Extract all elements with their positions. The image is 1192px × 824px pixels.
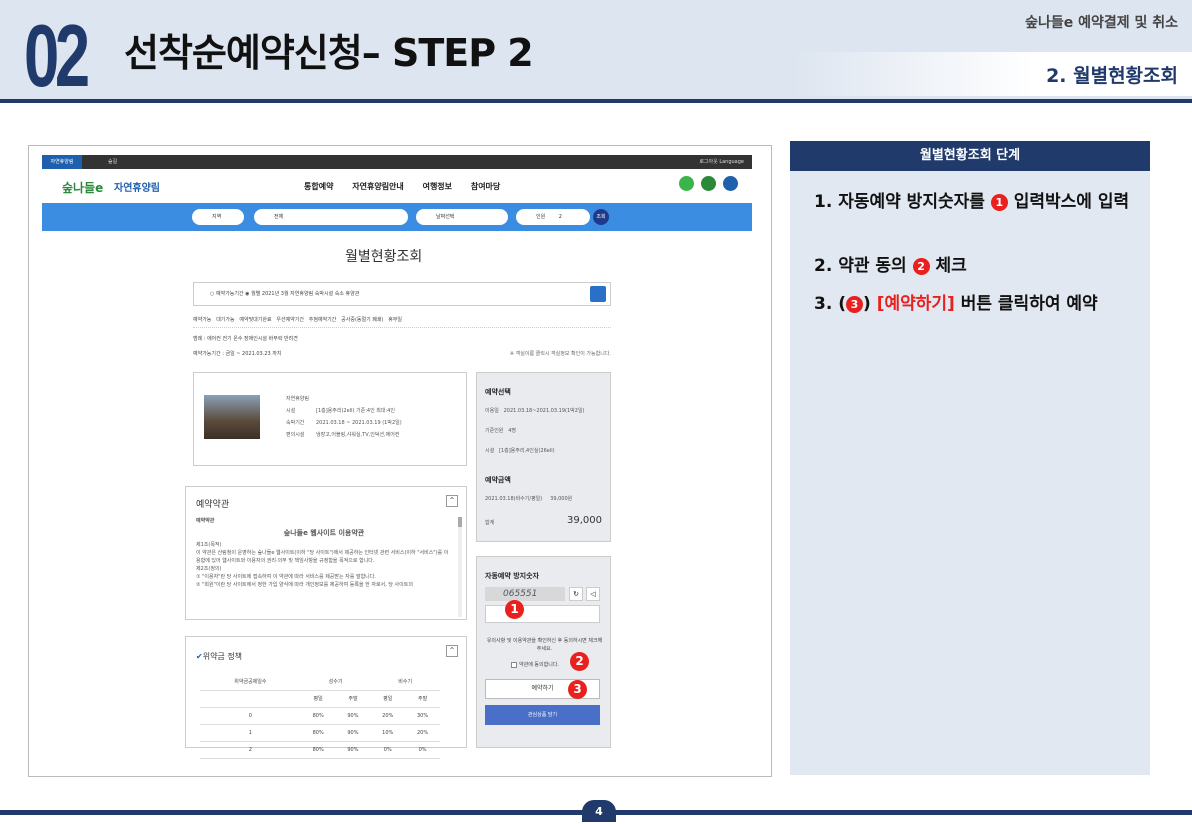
- reserve-row: 시설 [1층]용주리,4인실(26ell): [485, 448, 555, 454]
- facility-info-card: 자연휴양림 시설 [1층]용주리(2ell) 기준:4인 최대:4인 숙박기간 20…: [193, 372, 467, 466]
- agree-checkbox[interactable]: 약관에 동의합니다.: [511, 661, 559, 668]
- availability-note: ※ 객실이름 클릭시 객실정보 확인이 가능합니다.: [509, 351, 611, 357]
- status-legend: 예약가능 대기가능 예약및대기완료 우선예약기간 추첨예약기간 공사중(동절기 …: [193, 312, 611, 328]
- menu-item[interactable]: 여행정보: [423, 182, 452, 191]
- site-brand[interactable]: 자연휴양림: [114, 179, 160, 194]
- page-number: 4: [582, 800, 616, 822]
- persons-label: 인원: [536, 214, 546, 220]
- terms-panel: 예약약관 ^ 예약약관 숲나들e 웹사이트 이용약관 제1조(목적) 이 약관은…: [185, 486, 467, 620]
- total-price: 39,000: [567, 515, 602, 526]
- persons-select[interactable]: 인원 2: [516, 209, 590, 225]
- amount-title: 예약금액: [485, 476, 511, 484]
- badge-1-icon: 1: [990, 194, 1008, 211]
- legend-item: 예약가능: [193, 317, 212, 323]
- filter-text: ○ 예약가능기간 ◉ 월별 2021년 3월 자연휴양림 숙박시설 숙소 휴양관: [210, 291, 360, 297]
- agree-notice: 유의사항 및 이용약관을 확인하신 후 동의하시면 체크해주세요.: [486, 638, 603, 652]
- info-row: 자연휴양림: [286, 396, 310, 402]
- captcha-image: 065551: [485, 587, 565, 601]
- check-icon: ✔: [196, 652, 203, 661]
- captcha-input[interactable]: [485, 605, 600, 623]
- search-icon[interactable]: [678, 176, 694, 191]
- panel-title: 월별현황조회 단계: [790, 141, 1150, 171]
- topbar-tab-forest[interactable]: 자연휴양림: [42, 155, 82, 169]
- info-row: 편의시설 냉장고,어블링,샤워실,TV,인덕션,에어컨: [286, 432, 400, 438]
- availability-period: 예약가능기간 : 금일 ~ 2021.03.23 까지 ※ 객실이름 클릭시 객…: [193, 350, 611, 357]
- table-row: 2 80% 90% 0% 0%: [200, 741, 440, 759]
- info-row: 시설 [1층]용주리(2ell) 기준:4인 최대:4인: [286, 408, 395, 414]
- penalty-panel: ✔위약금 정책 ^ 위약금공제일수 성수기 비수기 평일 주말 평일 주말 0 80% 90%…: [185, 636, 467, 759]
- site-nav: 숲나들e 자연휴양림 통합예약 자연휴양림안내 여행정보 참여마당: [42, 169, 752, 203]
- legend-item: 추첨예약기간: [308, 317, 337, 323]
- reserve-title: 예약선택: [485, 388, 511, 396]
- penalty-title: ✔위약금 정책: [196, 652, 243, 661]
- nav-icons: [677, 176, 738, 195]
- legend-item: 예약및대기완료: [239, 317, 272, 323]
- instruction-panel: 월별현황조회 단계 1. 자동예약 방지숫자를 1 입력박스에 입력 2. 약관…: [790, 141, 1150, 775]
- slide-header: 02 선착순예약신청– STEP 2 숲나들e 예약결제 및 취소 2. 월별현…: [0, 0, 1192, 103]
- terms-title: 예약약관: [196, 500, 230, 510]
- menu-item[interactable]: 참여마당: [471, 182, 500, 191]
- search-go-button[interactable]: 조회: [593, 209, 609, 225]
- collapse-button[interactable]: ^: [446, 495, 458, 507]
- topbar-right-links[interactable]: 로그아웃 Language: [699, 155, 744, 169]
- main-menu: 통합예약 자연휴양림안내 여행정보 참여마당: [304, 181, 516, 192]
- step-badge-1: 1: [505, 600, 524, 619]
- table-row: 1 80% 90% 10% 20%: [200, 724, 440, 742]
- section-number: 02: [24, 6, 90, 105]
- step-badge-3: 3: [568, 680, 587, 699]
- facility-legend: 범례 : 에어컨 전기 온수 장애인시설 바무락 반려견: [193, 336, 298, 342]
- legend-item: 휴무일: [388, 317, 403, 323]
- site-topbar: 자연휴양림 숲길 로그아웃 Language: [42, 155, 752, 169]
- badge-2-icon: 2: [912, 258, 930, 275]
- slide-title: 선착순예약신청– STEP 2: [124, 31, 534, 75]
- refresh-icon[interactable]: ↻: [569, 587, 583, 601]
- collapse-button[interactable]: ^: [446, 645, 458, 657]
- step-1: 1. 자동예약 방지숫자를 1 입력박스에 입력: [814, 192, 1130, 212]
- search-icon[interactable]: [590, 286, 606, 302]
- booking-icon[interactable]: [700, 176, 716, 191]
- penalty-table: 위약금공제일수 성수기 비수기 평일 주말 평일 주말 0 80% 90% 20% 30% 1 80…: [200, 673, 440, 759]
- site-logo[interactable]: 숲나들e: [62, 179, 103, 196]
- info-row: 숙박기간 2021.03.18 ~ 2021.03.19 (1박2일): [286, 420, 402, 426]
- reserve-row: 기준인원 4명: [485, 428, 516, 434]
- terms-scrollbar[interactable]: [458, 517, 462, 617]
- menu-item[interactable]: 통합예약: [304, 182, 333, 191]
- step-2: 2. 약관 동의 2 체크: [814, 256, 967, 276]
- reserve-row: 이용일 2021.03.18~2021.03.19(1박2일): [485, 408, 585, 414]
- legend-item: 우선예약기간: [276, 317, 304, 323]
- total-label: 합계: [485, 520, 495, 526]
- facility-photo: [204, 395, 260, 439]
- topbar-tab-trail[interactable]: 숲길: [108, 155, 117, 169]
- captcha-title: 자동예약 방지숫자: [485, 572, 539, 580]
- page-title: 월별현황조회: [345, 249, 423, 265]
- grid-menu-icon[interactable]: [723, 176, 738, 191]
- legend-item: 대기가능: [216, 317, 235, 323]
- wishlist-button[interactable]: 관심상품 담기: [485, 705, 600, 725]
- date-select[interactable]: 날짜선택: [416, 209, 508, 225]
- badge-3-icon: 3: [845, 296, 863, 313]
- step-3: 3. (3) [예약하기] 버튼 클릭하여 예약: [814, 294, 1098, 314]
- availability-text: 예약가능기간 : 금일 ~ 2021.03.23 까지: [193, 351, 282, 357]
- filter-bar[interactable]: ○ 예약가능기간 ◉ 월별 2021년 3월 자연휴양림 숙박시설 숙소 휴양관: [193, 282, 611, 306]
- menu-item[interactable]: 자연휴양림안내: [352, 182, 404, 191]
- all-select[interactable]: 전체: [254, 209, 408, 225]
- terms-body: 예약약관 숲나들e 웹사이트 이용약관 제1조(목적) 이 약관은 산림청이 운…: [196, 518, 449, 588]
- search-bar: 지역 전체 날짜선택 인원 2 조회: [42, 203, 752, 231]
- amount-row: 2021.03.18(비수기/평일) 39,000원: [485, 496, 573, 502]
- step-badge-2: 2: [570, 652, 589, 671]
- slide-subtitle: 2. 월별현황조회: [792, 52, 1192, 96]
- audio-icon[interactable]: ◁: [586, 587, 600, 601]
- captcha-panel: 자동예약 방지숫자 065551 ↻ ◁ 유의사항 및 이용약관을 확인하신 후…: [476, 556, 611, 748]
- table-row: 0 80% 90% 20% 30%: [200, 707, 440, 725]
- section-label: 숲나들e 예약결제 및 취소: [1025, 15, 1178, 31]
- reservation-summary: 예약선택 이용일 2021.03.18~2021.03.19(1박2일) 기준인…: [476, 372, 611, 542]
- region-select[interactable]: 지역: [192, 209, 244, 225]
- persons-count: 2: [558, 214, 562, 220]
- legend-item: 공사중(동절기 폐쇄): [341, 317, 384, 323]
